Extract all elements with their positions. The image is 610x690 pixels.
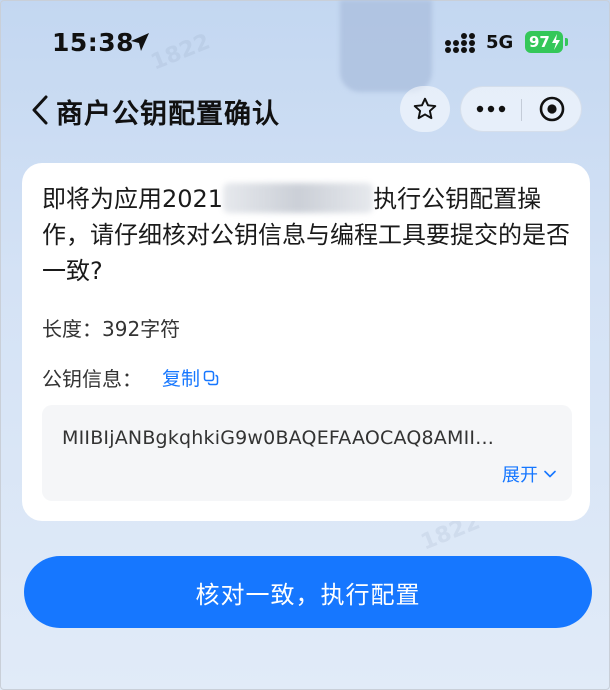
public-key-box: MIIBIjANBgkqhkiG9w0BAQEFAAOCAQ8AMII... 展… xyxy=(42,405,572,501)
public-key-value: MIIBIjANBgkqhkiG9w0BAQEFAAOCAQ8AMII... xyxy=(62,427,494,449)
favorite-button[interactable] xyxy=(400,86,450,132)
public-key-label-row: 公钥信息： 复制 xyxy=(42,363,219,392)
network-type: 5G xyxy=(486,32,514,53)
confirmation-card: 即将为应用2021 执行公钥配置操作，请仔细核对公钥信息与编程工具要提交的是否一致… xyxy=(22,163,590,521)
close-mini-program-button[interactable] xyxy=(522,87,582,131)
navigation-bar: 商户公钥配置确认 xyxy=(0,80,610,140)
confirm-execute-button[interactable]: 核对一致，执行配置 xyxy=(24,556,592,628)
length-value: 392字符 xyxy=(102,317,181,341)
battery-charging-icon xyxy=(552,34,560,50)
expand-button[interactable]: 展开 xyxy=(502,461,556,487)
public-key-label: 公钥信息： xyxy=(42,367,142,391)
camera-cutout xyxy=(340,0,432,92)
question-text-start: 即将为应用2021 xyxy=(42,185,224,213)
mini-program-capsule xyxy=(460,86,582,132)
expand-label: 展开 xyxy=(502,465,538,486)
copy-button[interactable]: 复制 xyxy=(162,364,219,391)
status-time: 15:38 xyxy=(52,28,135,57)
location-arrow-icon xyxy=(131,33,149,51)
length-label: 长度： xyxy=(42,317,102,341)
confirmation-question: 即将为应用2021 执行公钥配置操作，请仔细核对公钥信息与编程工具要提交的是否一致… xyxy=(42,181,570,289)
copy-icon xyxy=(203,370,219,385)
chevron-down-icon xyxy=(544,470,556,478)
masked-app-id xyxy=(223,183,374,213)
more-button[interactable] xyxy=(461,87,521,131)
status-bar: 15:38 5G 97 xyxy=(0,0,610,92)
more-dots-icon xyxy=(476,105,506,113)
battery-indicator: 97 xyxy=(525,31,563,53)
chevron-left-icon[interactable] xyxy=(30,94,50,126)
target-circle-icon xyxy=(539,96,565,122)
page-title: 商户公钥配置确认 xyxy=(56,99,280,130)
battery-level: 97 xyxy=(529,33,550,51)
star-outline-icon xyxy=(413,97,437,120)
cellular-signal-icon xyxy=(445,33,475,53)
battery-cap xyxy=(565,38,568,46)
copy-label: 复制 xyxy=(162,368,201,390)
key-length-row: 长度：392字符 xyxy=(42,313,180,342)
